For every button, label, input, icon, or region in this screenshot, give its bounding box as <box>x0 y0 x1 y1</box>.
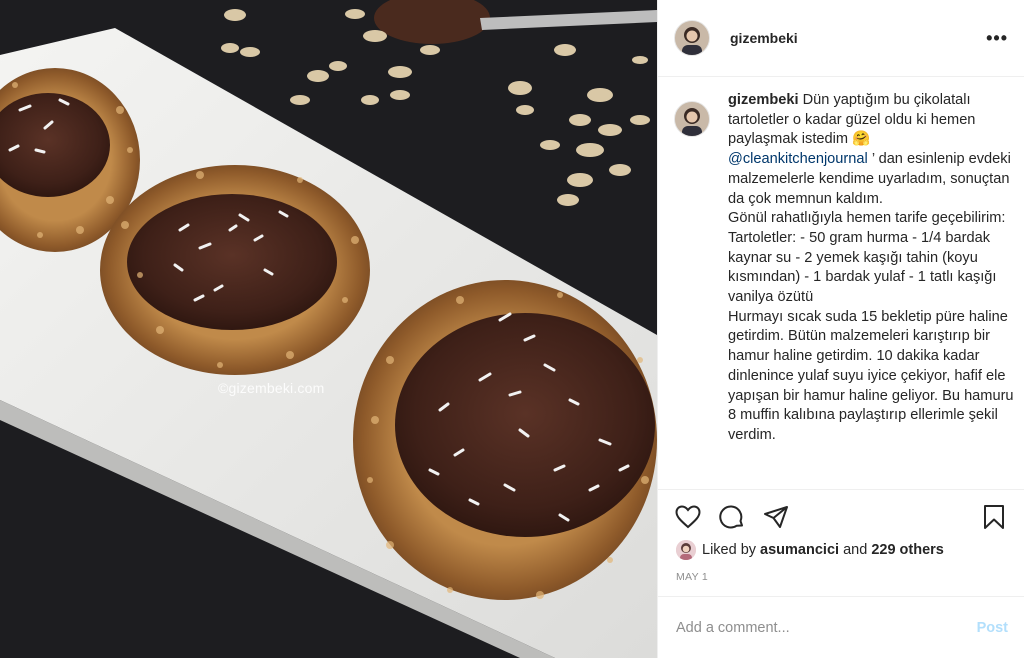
post-photo[interactable]: ©gizembeki.com <box>0 0 657 658</box>
comment-icon[interactable] <box>718 503 746 531</box>
post-comment-button[interactable]: Post <box>977 620 1008 636</box>
caption-line: Tartoletler: - 50 gram hurma - 1/4 barda… <box>728 229 997 306</box>
liker-avatar[interactable] <box>676 540 696 560</box>
author-username[interactable]: gizembeki <box>730 30 986 46</box>
post-side-panel: gizembeki ••• gizembeki Dün yaptığım bu … <box>657 0 1024 658</box>
caption-line: Gönül rahatlığıyla hemen tarife geçebili… <box>728 210 1006 227</box>
likes-user-link[interactable]: asumancici <box>760 542 839 558</box>
avatar-image <box>675 102 709 136</box>
photo-watermark: ©gizembeki.com <box>218 380 325 396</box>
tartlets-photo <box>0 0 657 658</box>
likes-mid: and <box>843 542 868 558</box>
comment-bar: Post <box>658 596 1024 658</box>
action-bar <box>658 489 1024 543</box>
caption-mention[interactable]: @cleankitchenjournal <box>728 151 868 167</box>
avatar-image <box>675 21 709 55</box>
share-icon[interactable] <box>762 503 790 531</box>
more-options-icon[interactable]: ••• <box>986 28 1008 49</box>
caption-text: gizembeki Dün yaptığım bu çikolatalı tar… <box>728 91 1014 488</box>
author-avatar[interactable] <box>674 20 710 56</box>
likes-count-link[interactable]: 229 others <box>871 542 944 558</box>
heart-icon[interactable] <box>674 503 702 531</box>
caption-username[interactable]: gizembeki <box>728 92 799 108</box>
post-header: gizembeki ••• <box>658 0 1024 77</box>
caption-line: Hurmayı sıcak suda 15 bekletip püre hali… <box>728 308 1014 443</box>
likes-prefix: Liked by <box>702 542 757 558</box>
likes-summary: Liked by asumancici and 229 others <box>676 540 944 560</box>
comment-input[interactable] <box>674 618 977 637</box>
caption-avatar[interactable] <box>674 101 710 137</box>
bookmark-icon[interactable] <box>980 503 1008 531</box>
caption-area: gizembeki Dün yaptığım bu çikolatalı tar… <box>674 91 1014 488</box>
post-date[interactable]: MAY 1 <box>676 571 708 583</box>
